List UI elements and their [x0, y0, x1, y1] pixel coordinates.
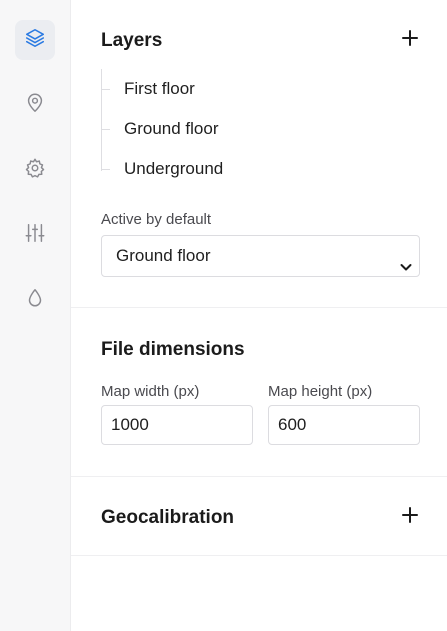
geocalibration-section: Geocalibration [71, 477, 447, 556]
settings-panel: Layers First floor Ground floor Undergro… [71, 0, 447, 631]
layers-section: Layers First floor Ground floor Undergro… [71, 0, 447, 308]
map-height-input[interactable]: 600 [268, 405, 420, 445]
plus-icon [401, 506, 419, 529]
file-dimensions-title: File dimensions [101, 339, 245, 360]
adjustments-rail-button[interactable] [15, 215, 55, 255]
add-geocalibration-button[interactable] [399, 506, 421, 528]
layer-item-label: Ground floor [124, 119, 219, 138]
active-default-label: Active by default [101, 211, 212, 228]
active-layer-value: Ground floor [116, 246, 211, 265]
map-height-label: Map height (px) [268, 383, 373, 400]
layer-item-underground[interactable]: Underground [101, 149, 401, 189]
sliders-icon [24, 222, 46, 249]
layers-rail-button[interactable] [15, 20, 55, 60]
tree-branch [101, 89, 110, 90]
chevron-down-icon [399, 249, 413, 271]
map-width-label: Map width (px) [101, 383, 200, 400]
layers-icon [24, 27, 46, 54]
gear-icon [24, 157, 46, 184]
style-rail-button[interactable] [15, 280, 55, 320]
file-dimensions-section: File dimensions Map width (px) Map heigh… [71, 308, 447, 477]
layer-item-label: Underground [124, 159, 224, 178]
icon-rail [0, 0, 71, 631]
add-layer-button[interactable] [399, 29, 421, 51]
map-pin-icon [24, 92, 46, 119]
settings-rail-button[interactable] [15, 150, 55, 190]
tree-branch [101, 129, 110, 130]
layers-title: Layers [101, 30, 163, 51]
droplet-icon [24, 287, 46, 314]
layer-item-label: First floor [124, 79, 195, 98]
tree-branch [101, 169, 110, 170]
plus-icon [401, 29, 419, 52]
geocalibration-title: Geocalibration [101, 507, 235, 528]
location-rail-button[interactable] [15, 85, 55, 125]
layer-item-ground-floor[interactable]: Ground floor [101, 109, 401, 149]
map-width-input[interactable]: 1000 [101, 405, 253, 445]
active-layer-select[interactable]: Ground floor [101, 235, 420, 277]
layer-tree: First floor Ground floor Underground [101, 69, 401, 189]
layer-item-first-floor[interactable]: First floor [101, 69, 401, 109]
